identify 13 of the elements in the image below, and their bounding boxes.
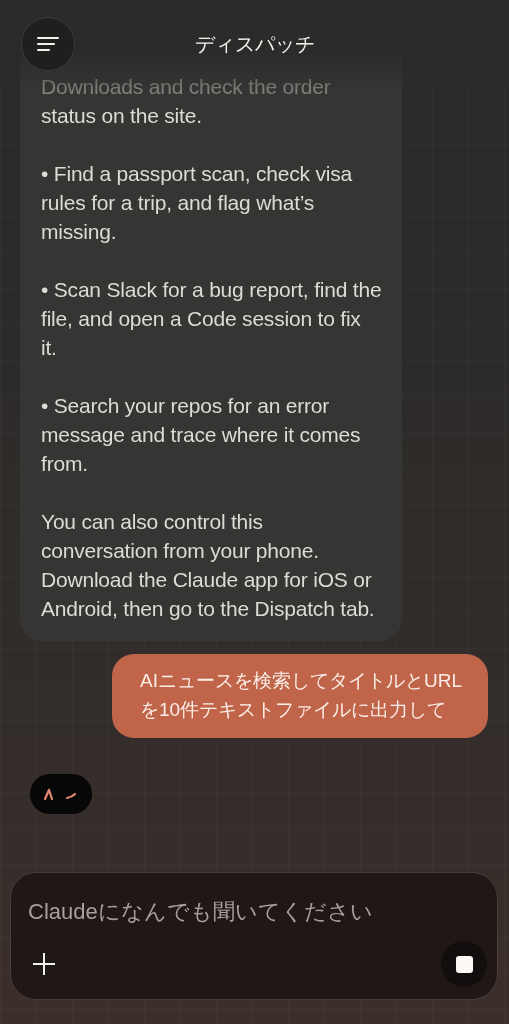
menu-icon: [37, 36, 59, 52]
screen-title: ディスパッチ: [194, 31, 315, 57]
message-paragraph: • Scan Slack for a bug report, find the file, and open a Code session to fix it.: [41, 277, 382, 361]
message-composer[interactable]: Claudeになんでも聞いてください: [10, 872, 498, 1000]
thinking-indicator: [30, 774, 92, 814]
message-paragraph: You can also control this conversation from your phone. Download the Claude app for iOS or Android, then go to the Dispatch tab.: [41, 509, 376, 622]
message-paragraph: • Find a passport scan, check visa rules for a trip, and flag what’s missing.: [41, 161, 354, 245]
message-input[interactable]: Claudeになんでも聞いてください: [28, 899, 468, 925]
plus-icon: [32, 952, 56, 976]
user-message: AIニュースを検索してタイトルとURLを10件テキストファイルに出力して: [112, 654, 488, 738]
message-paragraph: • Search your repos for an error message and trace where it comes from.: [41, 393, 362, 477]
message-paragraph: Downloads and check the order status on the site.: [41, 74, 332, 129]
stop-button[interactable]: [441, 941, 487, 987]
